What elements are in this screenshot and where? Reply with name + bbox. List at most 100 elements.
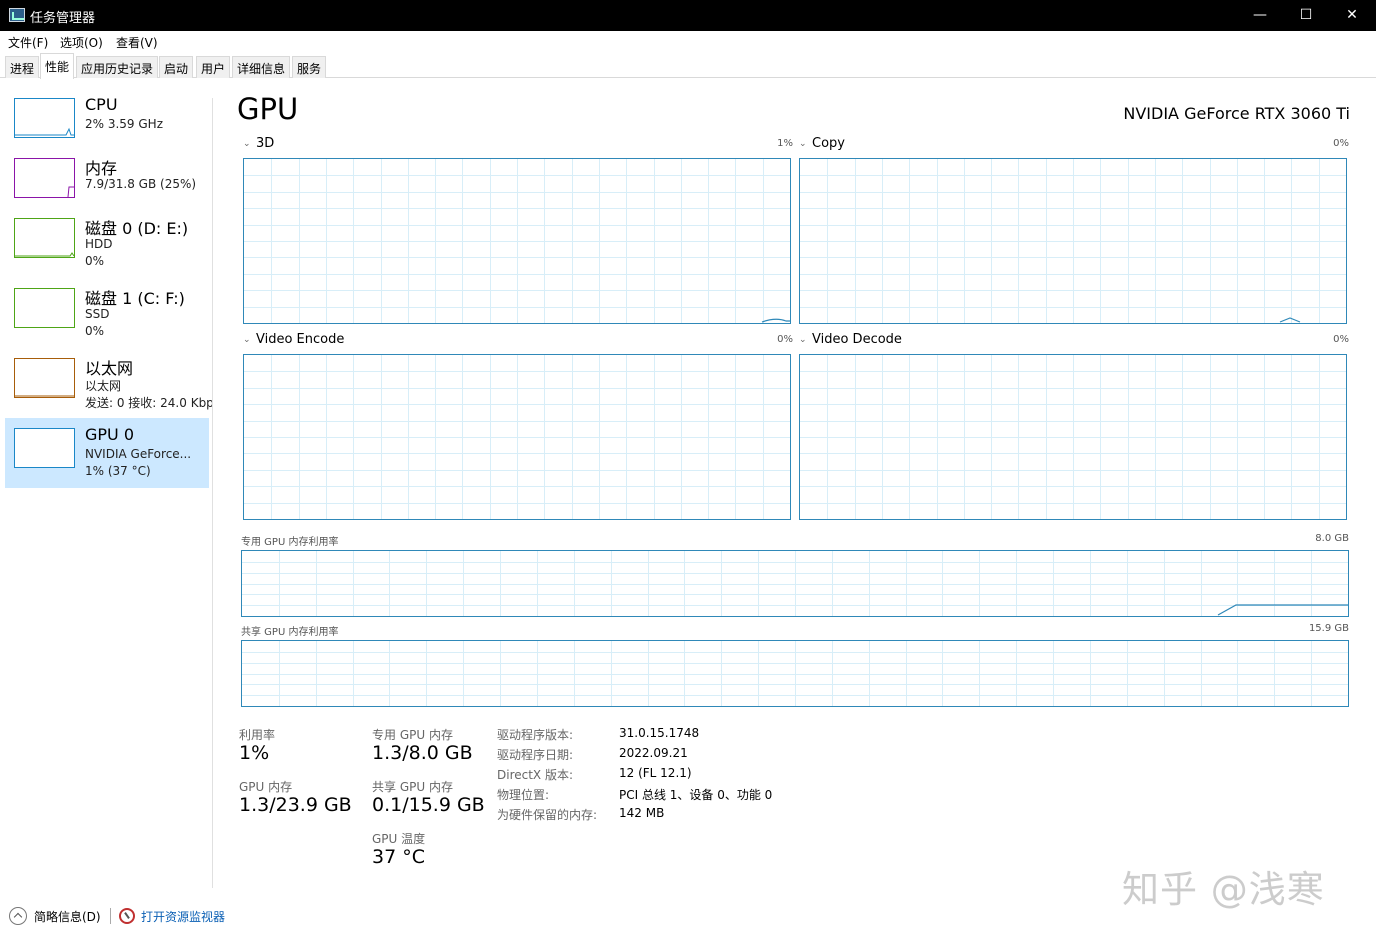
graph-value-copy: 0% [1333, 138, 1349, 149]
chevron-down-icon: ⌄ [799, 335, 807, 345]
shared-memory-value: 0.1/15.9 GB [372, 794, 485, 816]
thumbnail-trace [15, 252, 74, 257]
physical-location-value: PCI 总线 1、设备 0、功能 0 [619, 788, 773, 802]
graph-value-3d: 1% [777, 138, 793, 149]
menu-view[interactable]: 查看(V) [116, 34, 158, 51]
graph-grid [800, 355, 1346, 519]
sidebar-item-name: 磁盘 0 (D: E:) [85, 219, 189, 238]
title-bar: 任务管理器 — ☐ ✕ [0, 0, 1376, 31]
sidebar-item-sub: 2% 3.59 GHz [85, 117, 164, 131]
thumbnail-trace [67, 186, 74, 197]
graph-trace [761, 318, 790, 323]
gpu-memory-value: 1.3/23.9 GB [239, 794, 352, 816]
tab-app-history[interactable]: 应用历史记录 [76, 56, 159, 78]
graph-grid [242, 641, 1348, 706]
footer-separator [110, 908, 111, 924]
sidebar-item-name: GPU 0 [85, 425, 135, 444]
sidebar-item-sub: 发送: 0 接收: 24.0 Kbp [85, 396, 213, 410]
sidebar-item-name: 内存 [85, 159, 118, 178]
chevron-down-icon: ⌄ [243, 335, 251, 345]
graph-video-encode [243, 354, 791, 520]
tab-performance[interactable]: 性能 [40, 53, 75, 79]
sidebar-item-disk0[interactable]: 磁盘 0 (D: E:) HDD 0% [5, 208, 209, 278]
sidebar-item-ethernet[interactable]: 以太网 以太网 发送: 0 接收: 24.0 Kbp [5, 348, 213, 418]
dedicated-memory-graph [241, 550, 1349, 617]
graph-video-decode [799, 354, 1347, 520]
task-manager-icon [9, 8, 25, 22]
tab-bar: 进程 性能 应用历史记录 启动 用户 详细信息 服务 [0, 53, 1376, 79]
menu-options[interactable]: 选项(O) [60, 34, 103, 51]
ethernet-thumbnail-graph [14, 358, 75, 398]
close-button[interactable]: ✕ [1329, 0, 1375, 31]
utilization-label: 利用率 [239, 728, 276, 742]
resource-sidebar: CPU 2% 3.59 GHz 内存 7.9/31.8 GB (25%) 磁盘 … [0, 78, 213, 888]
thumbnail-trace [15, 395, 74, 397]
graph-selector-copy[interactable]: ⌄ Copy [799, 136, 845, 151]
disk1-thumbnail-graph [14, 288, 75, 328]
watermark-text: 知乎 @浅寒 [1122, 868, 1325, 911]
dedicated-memory-max: 8.0 GB [1315, 533, 1349, 544]
sidebar-item-gpu0[interactable]: GPU 0 NVIDIA GeForce... 1% (37 °C) [5, 418, 209, 488]
graph-3d [243, 158, 791, 324]
sidebar-item-sub: 以太网 [85, 379, 122, 393]
sidebar-divider[interactable] [212, 98, 213, 888]
graph-label-video-decode: Video Decode [812, 332, 902, 347]
graph-trace [1279, 317, 1301, 323]
graph-selector-video-encode[interactable]: ⌄ Video Encode [243, 332, 344, 347]
cpu-thumbnail-graph [14, 98, 75, 138]
graph-selector-3d[interactable]: ⌄ 3D [243, 136, 274, 151]
gpu0-thumbnail-graph [14, 428, 75, 468]
driver-date-value: 2022.09.21 [619, 746, 688, 760]
graph-copy [799, 158, 1347, 324]
graph-label-3d: 3D [256, 136, 275, 151]
graph-label-video-encode: Video Encode [256, 332, 345, 347]
gpu-memory-label: GPU 内存 [239, 780, 293, 794]
maximize-button[interactable]: ☐ [1283, 0, 1329, 31]
physical-location-label: 物理位置: [497, 788, 550, 802]
graph-selector-video-decode[interactable]: ⌄ Video Decode [799, 332, 902, 347]
dedicated-memory-value: 1.3/8.0 GB [372, 742, 473, 764]
graph-value-video-decode: 0% [1333, 334, 1349, 345]
graph-grid [244, 355, 790, 519]
page-title: GPU [237, 92, 299, 126]
gpu-temperature-value: 37 °C [372, 846, 425, 868]
window-title: 任务管理器 [30, 11, 96, 26]
sidebar-item-name: 以太网 [85, 359, 134, 378]
tab-startup[interactable]: 启动 [159, 56, 194, 78]
sidebar-item-sub: 0% [85, 254, 105, 268]
shared-memory-graph [241, 640, 1349, 707]
driver-date-label: 驱动程序日期: [497, 748, 574, 762]
tab-processes[interactable]: 进程 [5, 56, 40, 78]
memory-thumbnail-graph [14, 158, 75, 198]
thumbnail-trace [15, 127, 74, 136]
directx-version-value: 12 (FL 12.1) [619, 766, 692, 780]
graph-grid [800, 159, 1346, 323]
sidebar-item-name: 磁盘 1 (C: F:) [85, 289, 185, 308]
sidebar-item-sub: NVIDIA GeForce... [85, 447, 192, 461]
open-resource-monitor-link[interactable]: 打开资源监视器 [141, 908, 225, 925]
driver-version-value: 31.0.15.1748 [619, 726, 700, 740]
tab-services[interactable]: 服务 [292, 56, 327, 78]
sidebar-item-sub: SSD [85, 307, 110, 321]
sidebar-item-name: CPU [85, 95, 118, 114]
resource-monitor-icon[interactable] [119, 908, 135, 924]
utilization-value: 1% [239, 742, 270, 764]
menu-bar: 文件(F) 选项(O) 查看(V) [0, 31, 1376, 53]
minimize-button[interactable]: — [1237, 0, 1283, 31]
sidebar-item-disk1[interactable]: 磁盘 1 (C: F:) SSD 0% [5, 278, 209, 348]
sidebar-item-sub: 0% [85, 324, 105, 338]
gpu-temperature-label: GPU 温度 [372, 832, 426, 846]
menu-file[interactable]: 文件(F) [8, 34, 48, 51]
tab-users[interactable]: 用户 [196, 56, 231, 78]
thumbnail-trace [15, 429, 74, 467]
tab-details[interactable]: 详细信息 [232, 56, 291, 78]
fewer-details-button[interactable]: 简略信息(D) [34, 908, 101, 925]
hardware-reserved-memory-value: 142 MB [619, 806, 665, 820]
shared-memory-label: 共享 GPU 内存 [372, 780, 453, 794]
chevron-down-icon: ⌄ [799, 139, 807, 149]
directx-version-label: DirectX 版本: [497, 768, 574, 782]
chevron-down-icon: ⌄ [243, 139, 251, 149]
dedicated-memory-label: 专用 GPU 内存 [372, 728, 453, 742]
graph-label-copy: Copy [812, 136, 845, 151]
chevron-up-icon[interactable] [9, 907, 27, 925]
